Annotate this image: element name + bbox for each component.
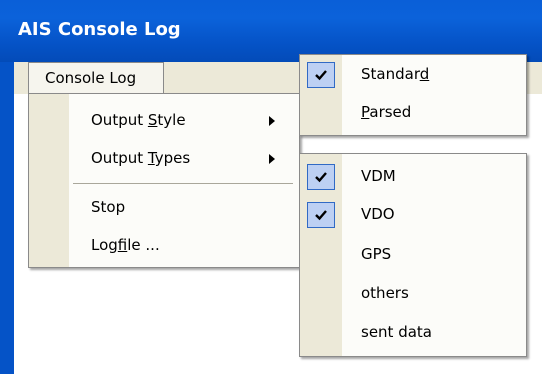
menu-item-output-types[interactable]: Output Types xyxy=(29,140,299,178)
menu-item-output-style[interactable]: Output Style xyxy=(29,102,299,140)
submenu-arrow-icon xyxy=(269,116,275,126)
menu-item-logfile-label: Logfile ... xyxy=(91,236,160,254)
menu-item-parsed[interactable]: Parsed xyxy=(300,94,526,132)
menu-console-log-label: Console Log xyxy=(45,69,137,87)
menu-item-standard-label: Standard xyxy=(361,65,430,83)
check-icon xyxy=(315,172,327,183)
menu-item-standard[interactable]: Standard xyxy=(300,56,526,94)
window-frame-left xyxy=(0,62,14,374)
menu-item-output-types-label: Output Types xyxy=(91,149,191,167)
menu-item-output-style-label: Output Style xyxy=(91,111,186,129)
menu-item-sent-data-label: sent data xyxy=(361,323,432,341)
menu-item-logfile[interactable]: Logfile ... xyxy=(29,227,299,265)
menu-item-sent-data[interactable]: sent data xyxy=(300,314,526,352)
menu-item-parsed-label: Parsed xyxy=(361,103,412,121)
menu-item-vdm-label: VDM xyxy=(361,167,396,185)
menu-item-gps-label: GPS xyxy=(361,245,392,263)
menu-item-vdo-label: VDO xyxy=(361,205,395,223)
check-highlight xyxy=(307,164,335,190)
window-title: AIS Console Log xyxy=(18,19,181,40)
menu-item-stop[interactable]: Stop xyxy=(29,189,299,227)
console-log-menu: Output Style Output Types Stop Logfile .… xyxy=(28,93,300,268)
output-types-submenu: VDM VDO GPS others sent data xyxy=(299,153,527,357)
output-style-submenu: Standard Parsed xyxy=(299,54,527,136)
title-bar: AIS Console Log xyxy=(0,0,542,62)
menu-console-log[interactable]: Console Log xyxy=(28,62,164,94)
menu-item-others-label: others xyxy=(361,284,409,302)
menu-separator xyxy=(73,183,293,184)
check-icon xyxy=(315,70,327,81)
menu-item-gps[interactable]: GPS xyxy=(300,236,526,274)
menu-item-others[interactable]: others xyxy=(300,275,526,313)
check-highlight xyxy=(307,62,335,88)
menu-item-stop-label: Stop xyxy=(91,198,126,216)
check-icon xyxy=(315,210,327,221)
menu-item-vdm[interactable]: VDM xyxy=(300,158,526,196)
check-highlight xyxy=(307,202,335,228)
submenu-arrow-icon xyxy=(269,154,275,164)
menu-item-vdo[interactable]: VDO xyxy=(300,196,526,234)
